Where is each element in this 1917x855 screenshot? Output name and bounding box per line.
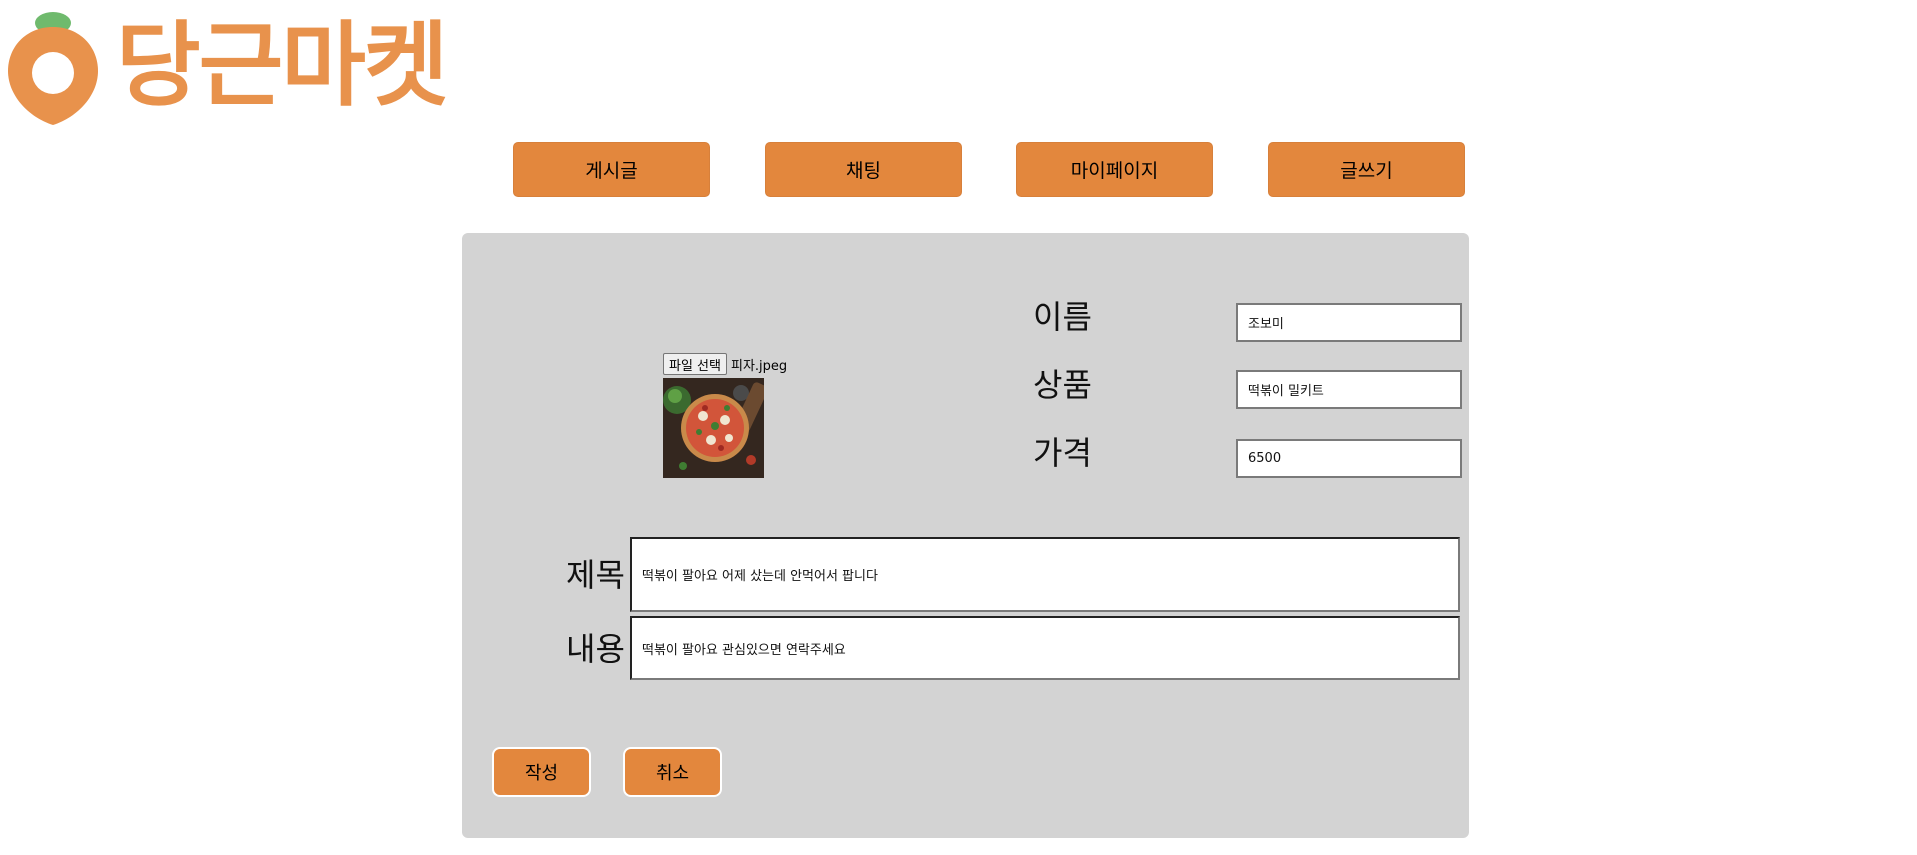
write-form-panel: 파일 선택 피자.jpeg 이름 조보미 상품 떡볶이 밀키트 가격 6500 … [462, 233, 1469, 838]
content-label: 내용 [566, 630, 625, 668]
title-input[interactable]: 떡볶이 팔아요 어제 샀는데 안먹어서 팝니다 [630, 537, 1460, 612]
nav-chat-button[interactable]: 채팅 [765, 142, 962, 197]
brand-name: 당근마켓 [116, 12, 449, 119]
name-label: 이름 [1033, 298, 1092, 336]
cancel-button[interactable]: 취소 [623, 747, 722, 797]
nav-posts-button[interactable]: 게시글 [513, 142, 710, 197]
product-input[interactable]: 떡볶이 밀키트 [1236, 370, 1462, 409]
submit-button[interactable]: 작성 [492, 747, 591, 797]
product-label: 상품 [1033, 366, 1092, 404]
product-image-preview [663, 378, 768, 478]
price-input[interactable]: 6500 [1236, 439, 1462, 478]
price-label: 가격 [1033, 434, 1092, 472]
nav-mypage-button[interactable]: 마이페이지 [1016, 142, 1213, 197]
file-name: 피자.jpeg [730, 358, 788, 374]
file-picker[interactable]: 파일 선택 피자.jpeg [663, 353, 787, 375]
carrot-icon [8, 12, 98, 125]
content-textarea[interactable]: 떡볶이 팔아요 관심있으면 연락주세요 [630, 616, 1460, 680]
nav-write-button[interactable]: 글쓰기 [1268, 142, 1465, 197]
name-input[interactable]: 조보미 [1236, 303, 1462, 342]
file-select-button[interactable]: 파일 선택 [663, 353, 727, 375]
title-label: 제목 [566, 556, 625, 594]
brand-logo: 당근마켓 [6, 5, 449, 127]
